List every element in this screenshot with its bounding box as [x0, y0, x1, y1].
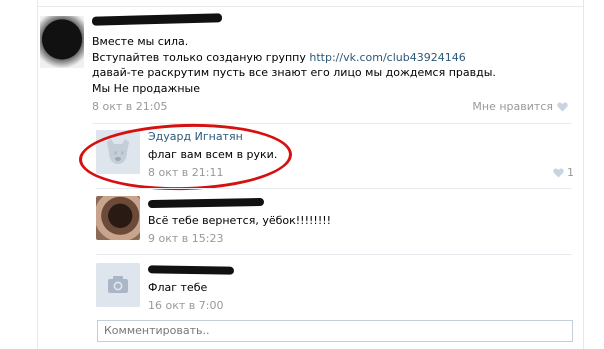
comment-input-box[interactable] [97, 320, 573, 342]
comment-like-button[interactable]: 1 [553, 166, 574, 179]
deactivated-dog-icon[interactable]: × × [96, 130, 140, 174]
comment-divider-1 [96, 188, 572, 189]
comment-date[interactable]: 8 окт в 21:11 [148, 166, 223, 179]
group-link[interactable]: http://vk.com/club43924146 [309, 51, 465, 64]
photo-avatar[interactable] [96, 196, 140, 240]
comment-author-redacted [147, 197, 265, 209]
post-line-3: давай-те раскрутим пусть все знают его л… [92, 66, 496, 79]
post-comments-divider [92, 123, 572, 124]
frame-right-border [583, 0, 584, 349]
heart-icon [553, 168, 564, 178]
top-divider [38, 6, 583, 7]
post-author-redacted [91, 13, 223, 26]
post-line-4: Мы Не продажные [92, 81, 201, 95]
comment-text: Всё тебе вернется, уёбок!!!!!!!! [148, 214, 332, 227]
post-author-avatar[interactable] [40, 16, 84, 68]
camera-icon[interactable] [96, 263, 140, 307]
post-like-button[interactable]: Мне нравится [472, 100, 568, 113]
frame-left-border [37, 0, 38, 349]
post-text: Вместе мы сила. Вступайтев только создан… [92, 34, 512, 96]
comment-author-redacted [147, 265, 235, 275]
comment-author[interactable]: Эдуард Игнатян [148, 130, 243, 143]
comment-text: Флаг тебе [148, 281, 208, 294]
post-line-2: Вступайтев только созданую группу http:/… [92, 50, 512, 66]
comment-like-count: 1 [567, 166, 574, 179]
comment-date[interactable]: 9 окт в 15:23 [148, 232, 223, 245]
post-line-1: Вместе мы сила. [92, 35, 189, 48]
comment-input[interactable] [98, 321, 564, 339]
comment-divider-2 [96, 254, 572, 255]
post-line-2-text: Вступайтев только созданую группу [92, 50, 310, 64]
heart-icon [557, 102, 568, 112]
comment-date[interactable]: 16 окт в 7:00 [148, 299, 223, 312]
comment-text: флаг вам всем в руки. [148, 148, 278, 161]
svg-text:× ×: × × [113, 150, 125, 157]
post-like-label: Мне нравится [472, 100, 553, 113]
post-date[interactable]: 8 окт в 21:05 [92, 100, 167, 113]
